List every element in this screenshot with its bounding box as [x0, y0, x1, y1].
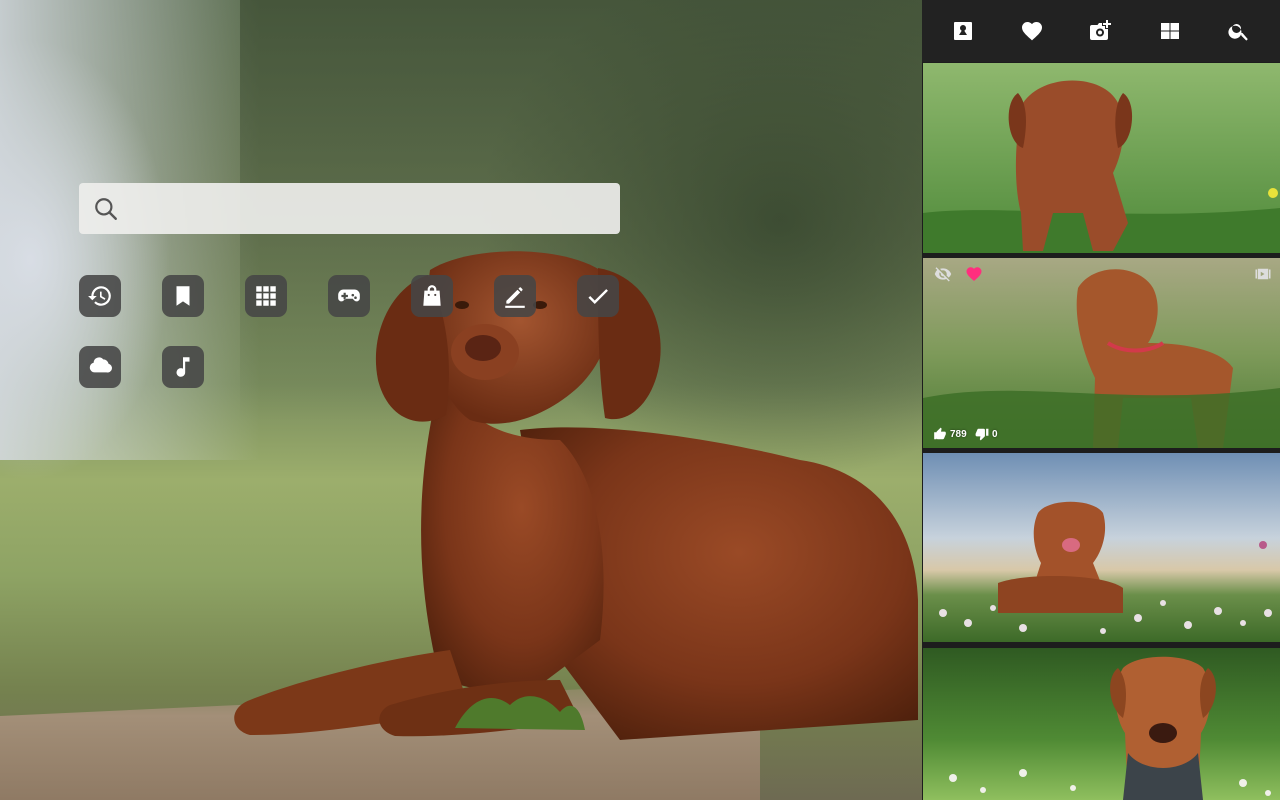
- wallpaper-thumbnail[interactable]: [923, 453, 1280, 642]
- wallpaper-sidebar: 789 0: [922, 0, 1280, 800]
- dog-with-harness-photo: [923, 648, 1280, 800]
- shortcut-apps[interactable]: [245, 275, 287, 317]
- gamepad-icon: [338, 289, 360, 302]
- shopping-bag-icon: [423, 285, 441, 306]
- eye-off-icon: [934, 267, 952, 282]
- dog-photo: [234, 251, 918, 740]
- shortcut-history[interactable]: [79, 275, 121, 317]
- dog-in-clover-field-photo: [923, 453, 1280, 642]
- sidebar-toolbar: [922, 0, 1280, 62]
- layout-button[interactable]: [1150, 11, 1190, 51]
- hide-button[interactable]: [932, 263, 954, 285]
- preview-button[interactable]: [1252, 263, 1274, 285]
- puppy-walking-photo: [923, 63, 1280, 253]
- apps-grid-icon: [256, 286, 276, 306]
- shortcut-games[interactable]: [328, 275, 370, 317]
- shortcut-bookmarks[interactable]: [162, 275, 204, 317]
- windows-icon: [1161, 23, 1180, 39]
- add-photo-button[interactable]: [1081, 11, 1121, 51]
- thumbs-up-icon: [934, 427, 946, 440]
- thumbs-down-icon: [975, 428, 989, 441]
- add-photo-icon: [1089, 20, 1111, 40]
- bookmark-icon: [176, 286, 190, 306]
- search-icon: [1228, 24, 1249, 41]
- sidebar-search-button[interactable]: [1219, 11, 1259, 51]
- wallpaper-thumbnail[interactable]: 789 0: [923, 258, 1280, 448]
- music-note-icon: [176, 357, 190, 377]
- wallpaper-thumbnail[interactable]: [923, 63, 1280, 253]
- shortcut-tasks[interactable]: [577, 275, 619, 317]
- dislikes-counter[interactable]: 0: [975, 427, 998, 441]
- background-wallpaper: [0, 0, 922, 800]
- weather-cloud-icon: [89, 357, 112, 373]
- wallpaper-thumbnail[interactable]: [923, 648, 1280, 800]
- search-input[interactable]: [129, 183, 620, 234]
- favorites-button[interactable]: [1012, 11, 1052, 51]
- shortcut-notes[interactable]: [494, 275, 536, 317]
- likes-counter[interactable]: 789: [933, 427, 967, 441]
- wallpaper-icon: [953, 22, 972, 40]
- shortcut-weather[interactable]: [79, 346, 121, 388]
- puppy-in-grass-photo: [923, 258, 1280, 448]
- dislikes-count: 0: [992, 428, 998, 440]
- slideshow-icon: [1255, 268, 1271, 280]
- likes-count: 789: [950, 428, 967, 440]
- wallpaper-button[interactable]: [943, 11, 983, 51]
- heart-icon: [1021, 22, 1042, 41]
- search-icon: [95, 197, 117, 220]
- favorite-button[interactable]: [963, 263, 985, 285]
- search-bar[interactable]: [79, 183, 620, 234]
- pencil-icon: [505, 287, 525, 308]
- shortcut-music[interactable]: [162, 346, 204, 388]
- history-icon: [88, 286, 111, 306]
- heart-icon: [966, 267, 982, 282]
- shortcut-shopping[interactable]: [411, 275, 453, 317]
- checkmark-icon: [588, 289, 608, 305]
